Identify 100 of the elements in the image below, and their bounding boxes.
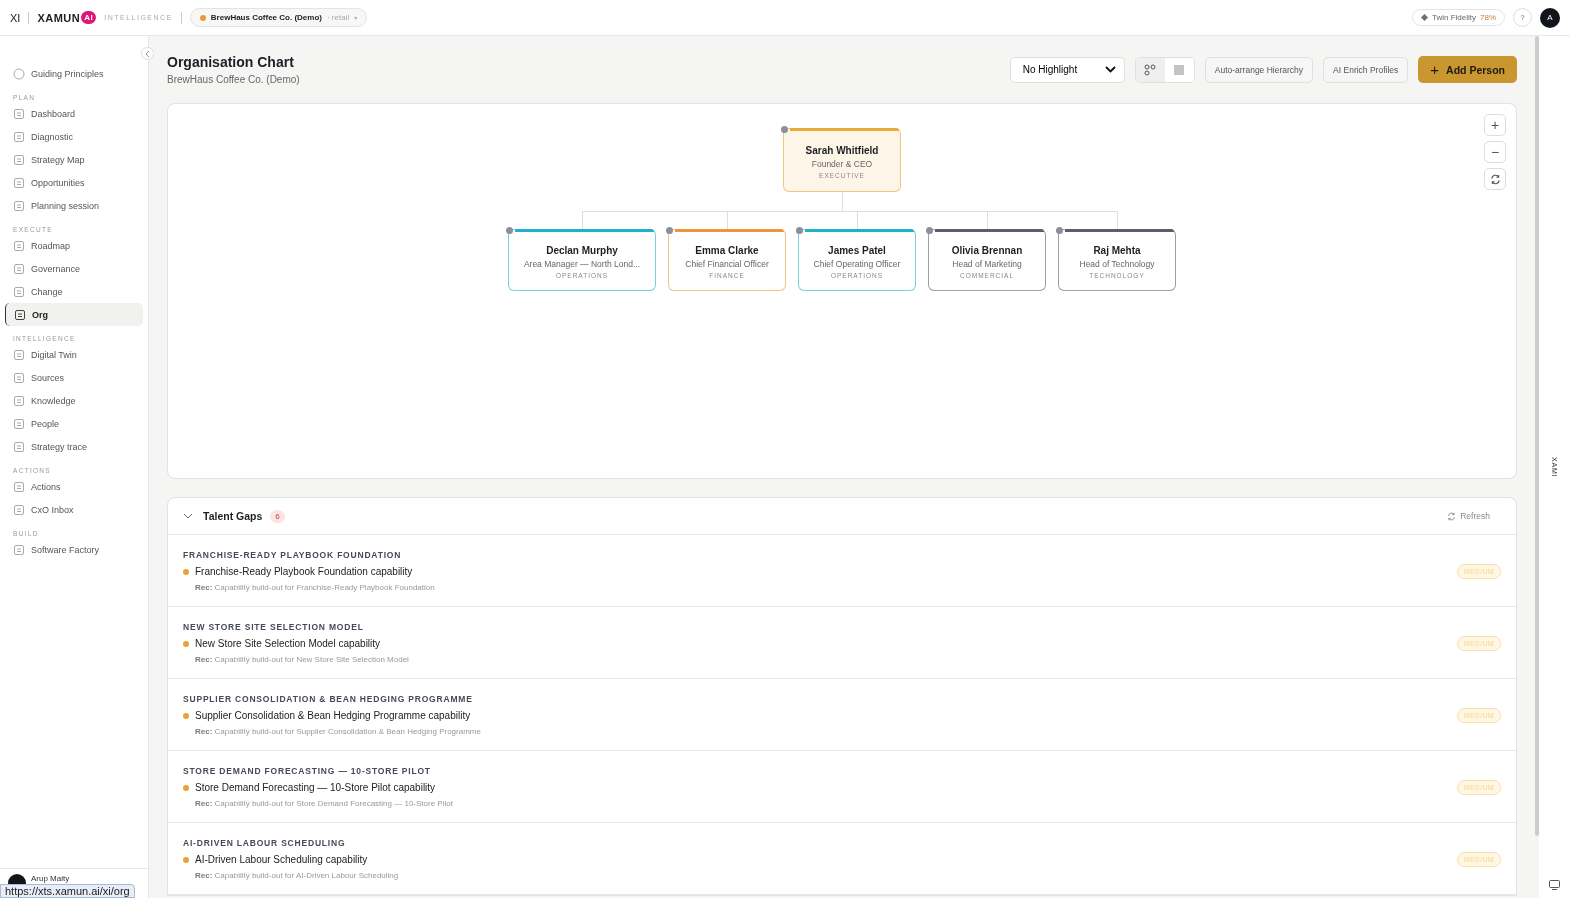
person-role: Founder & CEO	[811, 159, 873, 169]
nodes-icon	[1144, 63, 1157, 76]
square-icon	[1174, 64, 1185, 75]
document-icon	[13, 176, 25, 189]
nav-item[interactable]: People	[5, 412, 143, 435]
app-mark: XI	[10, 11, 21, 24]
document-icon	[13, 417, 25, 430]
gap-heading: STORE DEMAND FORECASTING — 10-STORE PILOT	[183, 766, 432, 776]
gap-title: Supplier Consolidation & Bean Hedging Programme capability	[195, 710, 471, 721]
person-name: Olivia Brennan	[951, 245, 1023, 256]
recommendation-text: Rec: Capability build-out for New Store Site Selection Model	[194, 655, 410, 664]
person-role: Head of Marketing	[952, 259, 1022, 269]
nav-item[interactable]: CxO Inbox	[5, 498, 143, 521]
document-icon	[13, 503, 25, 516]
gap-heading: AI-DRIVEN LABOUR SCHEDULING	[183, 838, 347, 848]
document-icon	[13, 130, 25, 143]
document-icon	[13, 285, 25, 298]
recommendation-text: Rec: Capability build-out for Franchise-Ready Playbook Foundation	[194, 583, 436, 592]
document-icon	[13, 543, 25, 556]
status-dot	[183, 712, 189, 719]
recommendation-text: Rec: Capability build-out for AI-Driven Labour Scheduling	[194, 871, 400, 880]
node-handle[interactable]	[926, 227, 933, 234]
chevron-down-icon	[1104, 66, 1116, 73]
nav-item[interactable]: Planning session	[5, 194, 143, 217]
section-title: Talent Gaps	[203, 510, 263, 522]
nav-item[interactable]: Digital Twin	[5, 343, 143, 366]
monitor-icon[interactable]	[1549, 880, 1560, 890]
document-icon	[13, 480, 25, 493]
toolbar-button[interactable]: Auto-arrange Hierarchy	[1204, 56, 1314, 83]
refresh-icon	[1447, 511, 1457, 521]
nav-item[interactable]: Org	[5, 303, 143, 326]
node-handle[interactable]	[506, 227, 513, 234]
count-badge: 6	[270, 509, 285, 523]
document-icon	[13, 394, 25, 407]
document-icon	[13, 371, 25, 384]
document-icon	[13, 348, 25, 361]
refresh-button[interactable]: Refresh	[1441, 510, 1496, 522]
nav-item[interactable]: Opportunities	[5, 171, 143, 194]
gap-heading: SUPPLIER CONSOLIDATION & BEAN HEDGING PROGRAMME	[183, 694, 474, 704]
status-dot	[183, 568, 189, 575]
status-dot	[183, 856, 189, 863]
user-avatar[interactable]: A	[1540, 7, 1560, 28]
zoom-in-button[interactable]: +	[1484, 114, 1506, 136]
gap-title: Store Demand Forecasting — 10-Store Pilot capability	[195, 782, 436, 793]
chevron-left-icon	[144, 49, 151, 58]
document-icon	[13, 107, 25, 120]
diamond-icon	[1420, 14, 1428, 21]
nav-item[interactable]: Software Factory	[5, 538, 143, 561]
person-name: Sarah Whitfield	[805, 145, 879, 156]
node-handle[interactable]	[796, 227, 803, 234]
help-button[interactable]: ?	[1513, 8, 1532, 27]
gap-title: New Store Site Selection Model capability	[195, 638, 381, 649]
nav-item[interactable]: Governance	[5, 257, 143, 280]
link-url-tooltip: https://xts.xamun.ai/xi/org	[0, 884, 135, 898]
nav-item[interactable]: Diagnostic	[5, 125, 143, 148]
status-dot	[183, 640, 189, 647]
recommendation-text: Rec: Capability build-out for Store Demand Forecasting — 10-Store Pilot	[194, 799, 454, 808]
user-name: Arup Maity	[31, 874, 70, 883]
gap-heading: NEW STORE SITE SELECTION MODEL	[183, 622, 365, 632]
document-icon	[13, 239, 25, 252]
gap-title: AI-Driven Labour Scheduling capability	[195, 854, 368, 865]
nav-item[interactable]: Dashboard	[5, 102, 143, 125]
person-role: Area Manager — North Lond...	[523, 259, 641, 269]
person-name: Raj Mehta	[1093, 245, 1141, 256]
document-icon	[13, 153, 25, 166]
tree-view-button[interactable]	[1135, 57, 1165, 82]
node-handle[interactable]	[781, 126, 788, 133]
chevron-icon[interactable]	[183, 513, 193, 519]
zoom-out-button[interactable]: −	[1484, 141, 1506, 163]
grid-view-button[interactable]	[1164, 57, 1194, 82]
circle-icon	[13, 67, 25, 80]
nav-item[interactable]: Strategy trace	[5, 435, 143, 458]
node-handle[interactable]	[666, 227, 673, 234]
nav-item[interactable]: Roadmap	[5, 234, 143, 257]
nav-item[interactable]: Change	[5, 280, 143, 303]
nav-item[interactable]: Actions	[5, 475, 143, 498]
person-role: Chief Financial Officer	[685, 259, 769, 269]
nav-item[interactable]: Knowledge	[5, 389, 143, 412]
logo: XAMUN AI	[37, 11, 97, 24]
person-name: Declan Murphy	[546, 245, 618, 256]
page-title: Organisation Chart	[167, 54, 295, 70]
gap-heading: FRANCHISE-READY PLAYBOOK FOUNDATION	[183, 550, 403, 560]
nav-item[interactable]: Sources	[5, 366, 143, 389]
toolbar-button[interactable]: AI Enrich Profiles	[1323, 56, 1409, 83]
highlight-dropdown[interactable]: No Highlight	[1009, 56, 1125, 83]
person-name: James Patel	[828, 245, 886, 256]
document-icon	[13, 262, 25, 275]
refresh-icon	[1489, 173, 1501, 185]
nav-item[interactable]: Strategy Map	[5, 148, 143, 171]
person-role: Head of Technology	[1079, 259, 1155, 269]
reset-view-button[interactable]	[1484, 168, 1506, 190]
add-person-button[interactable]: + Add Person	[1418, 56, 1517, 83]
node-handle[interactable]	[1056, 227, 1063, 234]
nav-item[interactable]: Guiding Principles	[5, 62, 143, 85]
page-subtitle: BrewHaus Coffee Co. (Demo)	[167, 74, 300, 85]
document-icon	[13, 440, 25, 453]
document-icon	[14, 308, 26, 321]
recommendation-text: Rec: Capability build-out for Supplier Consolidation & Bean Hedging Programme	[194, 727, 482, 736]
document-icon	[13, 199, 25, 212]
person-name: Emma Clarke	[695, 245, 759, 256]
